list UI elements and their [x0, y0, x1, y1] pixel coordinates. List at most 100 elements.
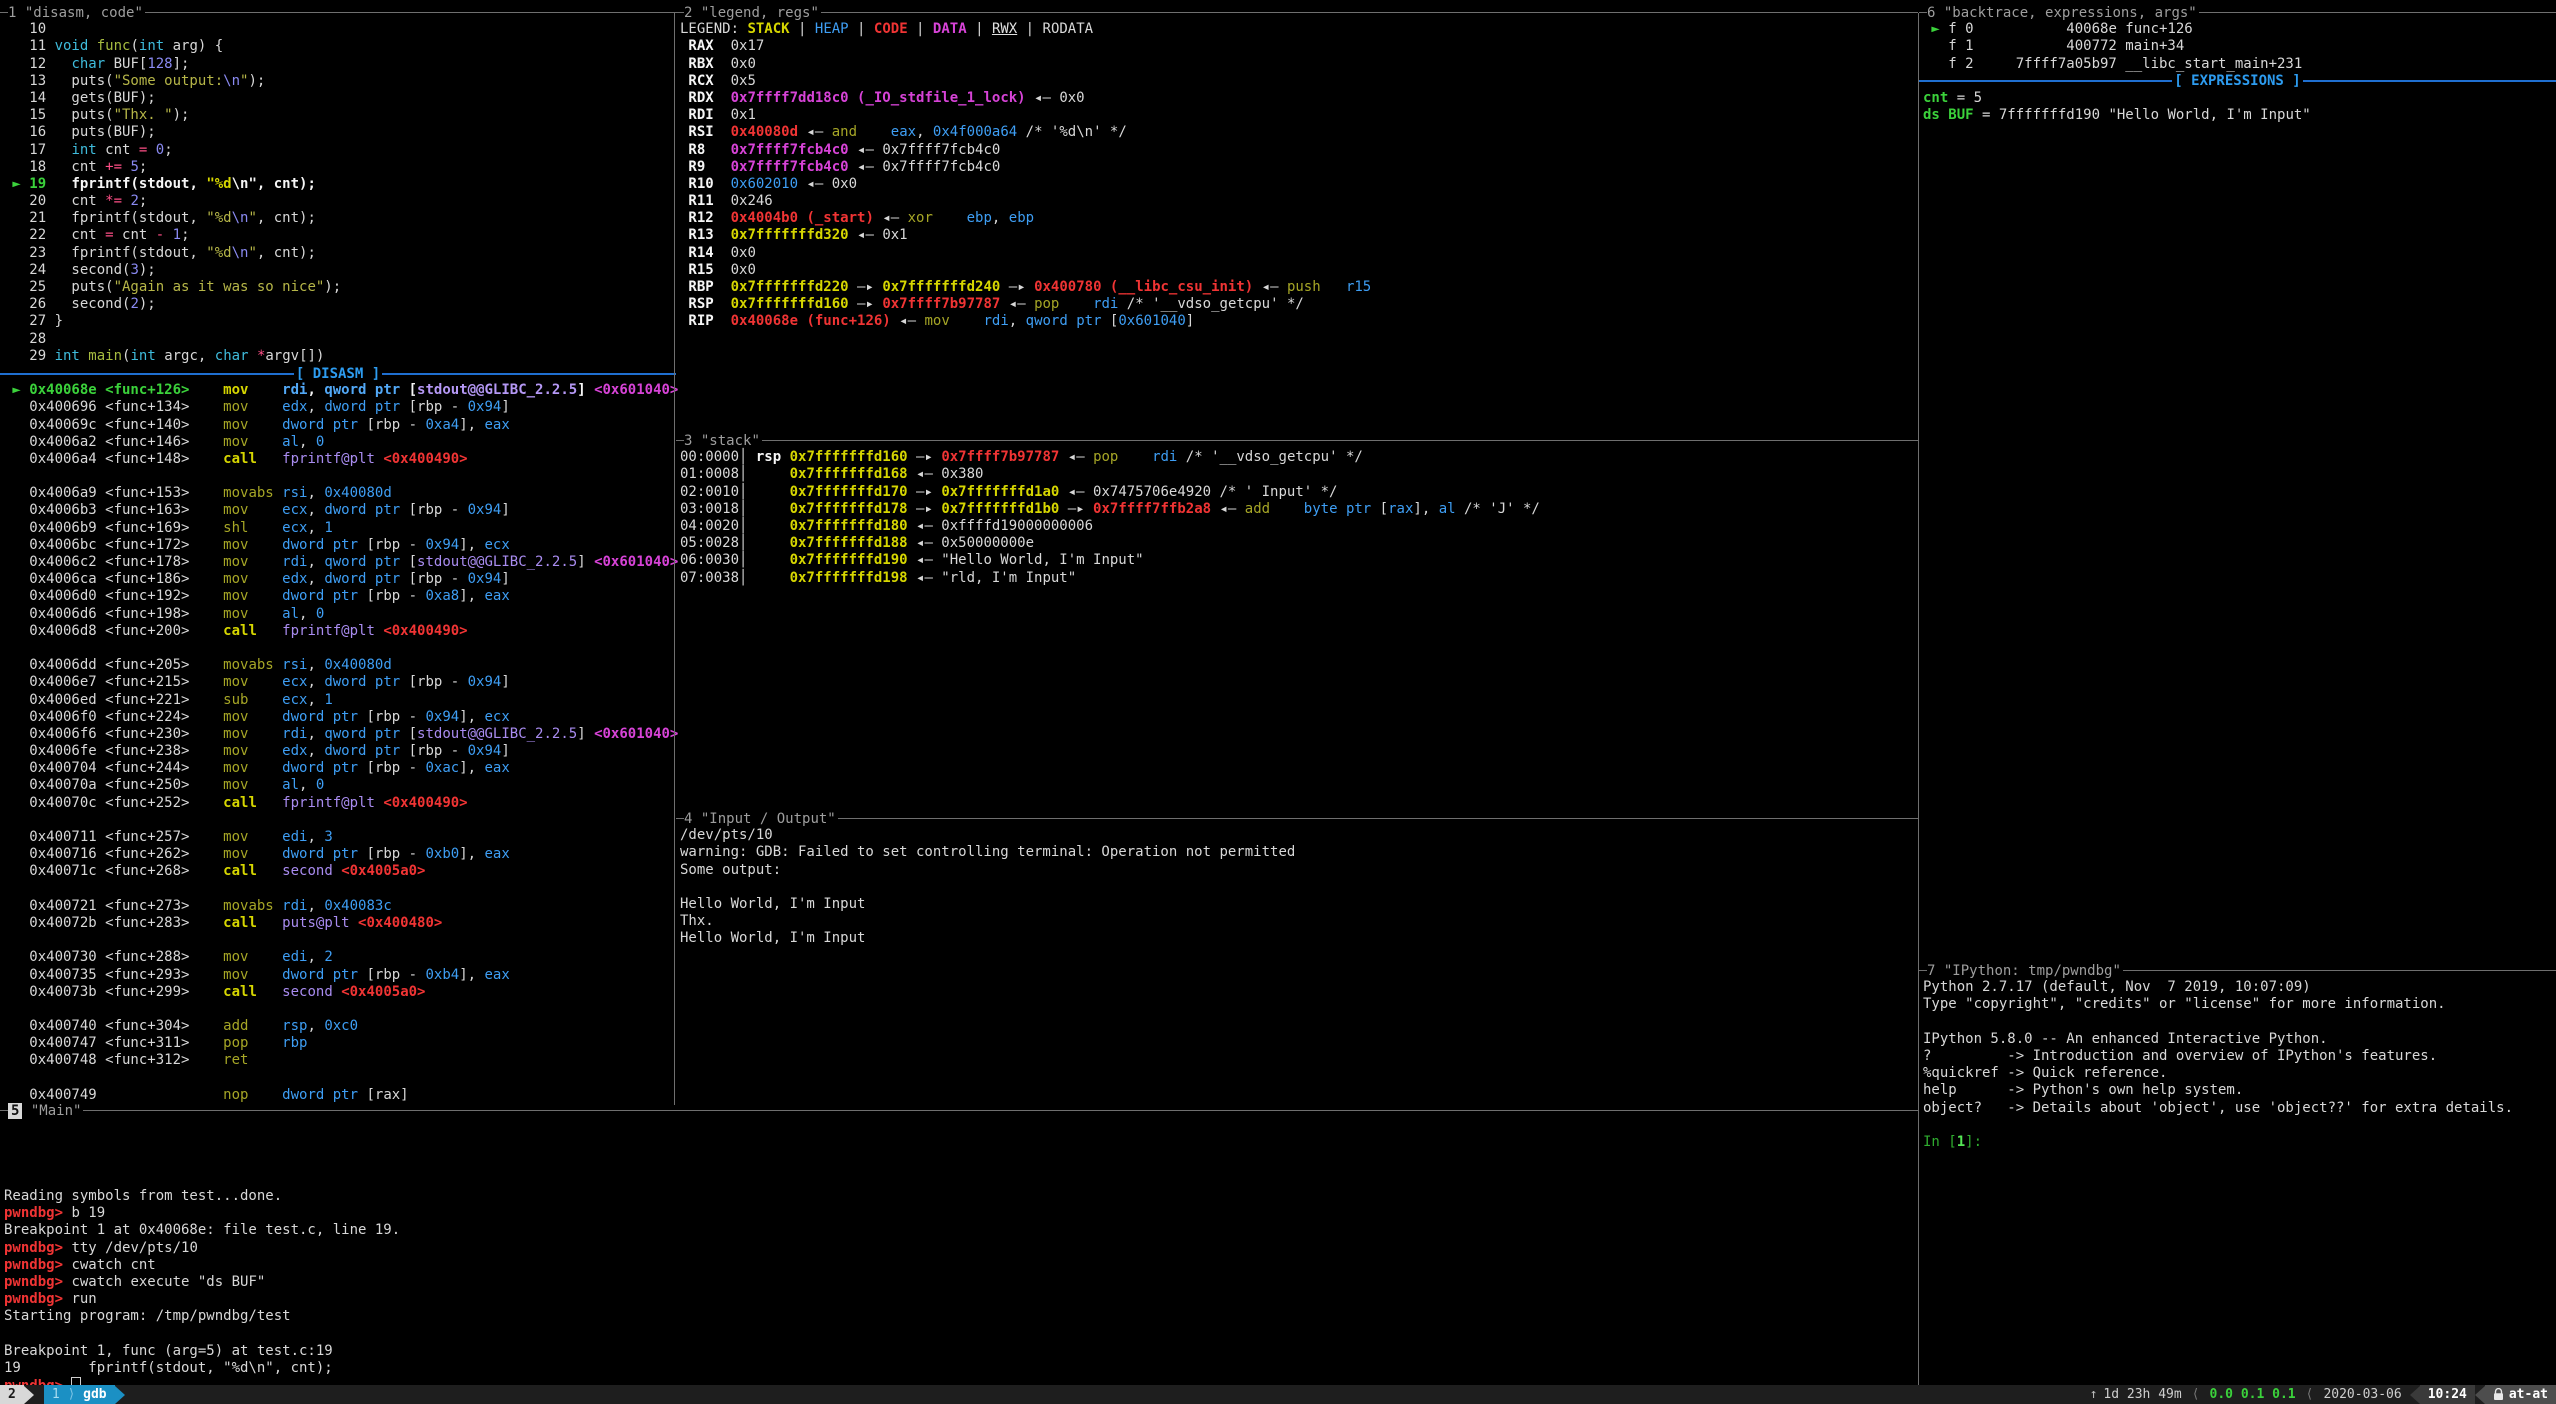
terminal-line: 0x400730 <func+288> mov edi, 2 [4, 949, 676, 966]
terminal-line: 0x400748 <func+312> ret [4, 1052, 676, 1069]
terminal-line: 21 fprintf(stdout, "%d\n", cnt); [4, 210, 676, 227]
terminal-line: 18 cnt += 5; [4, 159, 676, 176]
terminal-line: 27 } [4, 313, 676, 330]
tmux-session-badge[interactable]: 2 [0, 1385, 24, 1404]
terminal-line: Breakpoint 1 at 0x40068e: file test.c, l… [4, 1222, 1918, 1239]
terminal-line: 0x4006f0 <func+224> mov dword ptr [rbp -… [4, 709, 676, 726]
hostname-badge: at-at [2485, 1385, 2556, 1404]
terminal-line: 00:0000│ rsp 0x7fffffffd160 —▸ 0x7ffff7b… [680, 449, 1918, 466]
terminal-line: Type "copyright", "credits" or "license"… [1923, 996, 2556, 1013]
pane-main-console[interactable]: 5 "Main" Reading symbols from test...don… [0, 1102, 1918, 1394]
terminal-line: 26 second(2); [4, 296, 676, 313]
pane-number: 7 [1927, 963, 1935, 979]
terminal-line [4, 1119, 1918, 1136]
clock-indicator: 10:24 [2420, 1385, 2475, 1404]
pane-input-output[interactable]: 4 "Input / Output" /dev/pts/10warning: G… [676, 810, 1918, 948]
terminal-line: R15 0x0 [680, 262, 1918, 279]
terminal-line [4, 881, 676, 898]
terminal-line: 15 puts("Thx. "); [4, 107, 676, 124]
terminal-line: 22 cnt = cnt - 1; [4, 227, 676, 244]
terminal-line: RBP 0x7fffffffd220 —▸ 0x7fffffffd240 —▸ … [680, 279, 1918, 296]
terminal-line: RIP 0x40068e (func+126) ◂— mov rdi, qwor… [680, 313, 1918, 330]
terminal-line: pwndbg> cwatch cnt [4, 1257, 1918, 1274]
terminal-line: RDX 0x7ffff7dd18c0 (_IO_stdfile_1_lock) … [680, 90, 1918, 107]
pane-title-text: "legend, regs" [701, 5, 819, 21]
terminal-line: cnt = 5 [1923, 90, 2556, 107]
gdb-console[interactable]: Reading symbols from test...done.pwndbg>… [0, 1119, 1918, 1394]
pane-border-vertical-right[interactable] [1918, 13, 1919, 1385]
terminal-line: 10 [4, 21, 676, 38]
terminal-line: pwndbg> b 19 [4, 1205, 1918, 1222]
terminal-line [4, 812, 676, 829]
terminal-line: 05:0028│ 0x7fffffffd188 ◂— 0x50000000e [680, 535, 1918, 552]
pane-legend-regs[interactable]: 2 "legend, regs" LEGEND: STACK | HEAP | … [676, 4, 1918, 331]
pane-title-text: "disasm, code" [25, 5, 143, 21]
terminal-line: 16 puts(BUF); [4, 124, 676, 141]
ipython-console[interactable]: Python 2.7.17 (default, Nov 7 2019, 10:0… [1919, 979, 2556, 1151]
pane-title-legend-regs: 2 "legend, regs" [676, 4, 1918, 21]
pane-title-text: "Input / Output" [701, 811, 836, 827]
date-indicator: 2020-03-06 [2315, 1385, 2409, 1404]
terminal-line: Some output: [680, 862, 1918, 879]
tmux-screen: 1 "disasm, code" 10 11 void func(int arg… [0, 0, 2556, 1404]
terminal-line: Breakpoint 1, func (arg=5) at test.c:19 [4, 1343, 1918, 1360]
pane-number-active: 5 [8, 1103, 22, 1119]
load-average: 0.0 0.1 0.1 [2202, 1385, 2304, 1404]
terminal-line: 0x4006a4 <func+148> call fprintf@plt <0x… [4, 451, 676, 468]
pane-title-text: "Main" [31, 1103, 82, 1119]
terminal-line: 0x4006a9 <func+153> movabs rsi, 0x40080d [4, 485, 676, 502]
terminal-line: 29 int main(int argc, char *argv[]) [4, 348, 676, 365]
powerline-arrow-icon [2410, 1386, 2420, 1404]
terminal-line: 0x40073b <func+299> call second <0x4005a… [4, 984, 676, 1001]
pane-stack[interactable]: 3 "stack" 00:0000│ rsp 0x7fffffffd160 —▸… [676, 432, 1918, 587]
terminal-line: In [1]: [1923, 1134, 2556, 1151]
terminal-line: 0x4006b9 <func+169> shl ecx, 1 [4, 520, 676, 537]
status-bar-left: 2 1 ⟩ gdb [0, 1385, 125, 1404]
pane-backtrace-expressions[interactable]: 6 "backtrace, expressions, args" ► f 0 4… [1919, 4, 2556, 124]
terminal-line: 0x4006fe <func+238> mov edx, dword ptr [… [4, 743, 676, 760]
terminal-line: RAX 0x17 [680, 38, 1918, 55]
tmux-window-tab-gdb[interactable]: 1 ⟩ gdb [44, 1385, 115, 1404]
pane-border-vertical-left[interactable] [674, 13, 675, 1105]
hostname: at-at [2509, 1387, 2548, 1402]
terminal-line: Hello World, I'm Input [680, 896, 1918, 913]
terminal-line: 0x400735 <func+293> mov dword ptr [rbp -… [4, 967, 676, 984]
terminal-line: 13 puts("Some output:\n"); [4, 73, 676, 90]
terminal-line: 0x400716 <func+262> mov dword ptr [rbp -… [4, 846, 676, 863]
terminal-line: 0x4006dd <func+205> movabs rsi, 0x40080d [4, 657, 676, 674]
tmux-status-bar: 2 1 ⟩ gdb ↑1d 23h 49m ⟨ 0.0 0.1 0.1 ⟨ 20… [0, 1385, 2556, 1404]
pane-ipython[interactable]: 7 "IPython: tmp/pwndbg" Python 2.7.17 (d… [1919, 962, 2556, 1151]
terminal-line: 0x400696 <func+134> mov edx, dword ptr [… [4, 399, 676, 416]
terminal-line [4, 1171, 1918, 1188]
terminal-line: ► f 0 40068e func+126 [1923, 21, 2556, 38]
pane-number: 6 [1927, 5, 1935, 21]
terminal-line: 0x4006ed <func+221> sub ecx, 1 [4, 692, 676, 709]
terminal-line [1923, 1014, 2556, 1031]
source-code-listing: 10 11 void func(int arg) { 12 char BUF[1… [0, 21, 676, 365]
lock-icon [2493, 1388, 2504, 1401]
up-arrow-icon: ↑ [2090, 1387, 2098, 1402]
terminal-line: 0x400704 <func+244> mov dword ptr [rbp -… [4, 760, 676, 777]
terminal-line: object? -> Details about 'object', use '… [1923, 1100, 2556, 1117]
terminal-line: 0x4006d8 <func+200> call fprintf@plt <0x… [4, 623, 676, 640]
terminal-line [680, 879, 1918, 896]
pane-title-text: "backtrace, expressions, args" [1944, 5, 2197, 21]
powerline-arrow-icon [115, 1386, 125, 1404]
terminal-line: 0x4006d0 <func+192> mov dword ptr [rbp -… [4, 588, 676, 605]
terminal-line: 0x40072b <func+283> call puts@plt <0x400… [4, 915, 676, 932]
terminal-line: %quickref -> Quick reference. [1923, 1065, 2556, 1082]
chevron-left-icon: ⟨ [2304, 1387, 2316, 1402]
terminal-line: RCX 0x5 [680, 73, 1918, 90]
pane-title-main: 5 "Main" [0, 1102, 1918, 1119]
terminal-line [4, 932, 676, 949]
terminal-line: pwndbg> tty /dev/pts/10 [4, 1240, 1918, 1257]
pane-title-disasm-code: 1 "disasm, code" [0, 4, 676, 21]
terminal-line: 07:0038│ 0x7fffffffd198 ◂— "rld, I'm Inp… [680, 570, 1918, 587]
terminal-line: f 2 7ffff7a05b97 __libc_start_main+231 [1923, 56, 2556, 73]
pane-disasm-code[interactable]: 1 "disasm, code" 10 11 void func(int arg… [0, 4, 676, 1104]
registers-listing: LEGEND: STACK | HEAP | CODE | DATA | RWX… [676, 21, 1918, 330]
pane-number: 1 [8, 5, 16, 21]
terminal-line [4, 1070, 676, 1087]
terminal-line [1923, 1117, 2556, 1134]
terminal-line: ► 19 fprintf(stdout, "%d\n", cnt); [4, 176, 676, 193]
